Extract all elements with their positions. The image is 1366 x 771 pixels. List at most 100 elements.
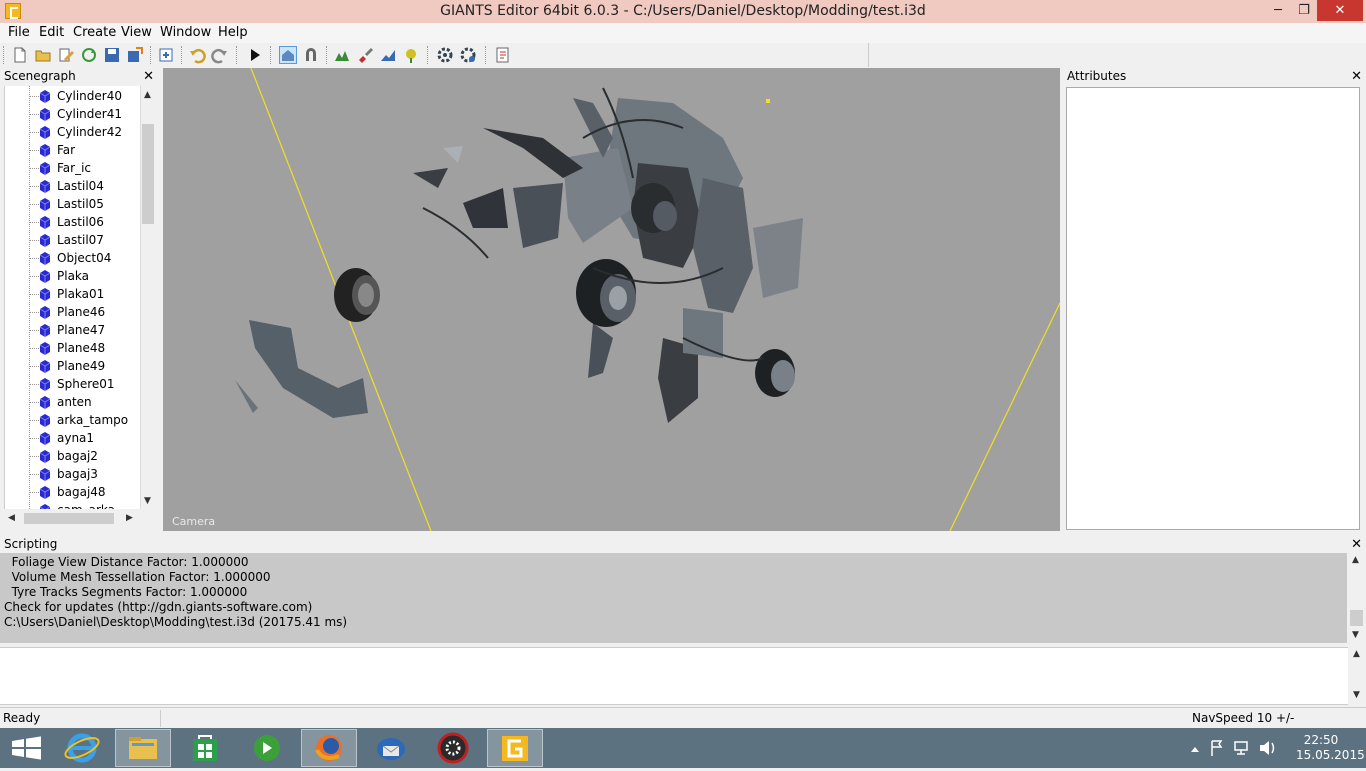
title-bar: GIANTS Editor 64bit 6.0.3 - C:/Users/Dan…: [0, 0, 1366, 23]
clock[interactable]: 22:50 15.05.2015: [1296, 733, 1365, 763]
scroll-left-icon[interactable]: ◀: [8, 513, 15, 523]
edit-icon[interactable]: [57, 46, 75, 64]
home-camera-icon[interactable]: [279, 46, 297, 64]
attributes-content[interactable]: [1066, 87, 1360, 530]
tree-item[interactable]: Cylinder42: [5, 123, 140, 141]
scrollbar-thumb[interactable]: [1350, 610, 1363, 626]
scenegraph-tree[interactable]: Cylinder40 Cylinder41 Cylinder42 Far Far_ic L…: [4, 86, 140, 509]
scenegraph-close-button[interactable]: ✕: [143, 68, 154, 85]
maximize-button[interactable]: ❐: [1291, 0, 1317, 21]
save-icon[interactable]: [103, 46, 121, 64]
tree-item-label: bagaj2: [57, 449, 98, 463]
attributes-close-button[interactable]: ✕: [1351, 68, 1362, 85]
firefox-icon[interactable]: [301, 729, 357, 767]
thunderbird-icon[interactable]: [363, 729, 419, 767]
tree-tool-icon[interactable]: [333, 46, 351, 64]
tree-item[interactable]: Lastil06: [5, 213, 140, 231]
scroll-down-icon[interactable]: ▼: [144, 496, 151, 506]
tree-item[interactable]: bagaj48: [5, 483, 140, 501]
nav-speed: NavSpeed 10 +/-: [1192, 711, 1295, 725]
tree-item[interactable]: Lastil05: [5, 195, 140, 213]
new-file-icon[interactable]: [11, 46, 29, 64]
scroll-right-icon[interactable]: ▶: [126, 513, 133, 523]
foliage-icon[interactable]: [402, 46, 420, 64]
scenegraph-header: Scenegraph ✕: [0, 68, 158, 85]
tree-item[interactable]: Plane47: [5, 321, 140, 339]
script-input[interactable]: [0, 647, 1348, 705]
scroll-down-icon[interactable]: ▼: [1352, 630, 1359, 640]
tree-item[interactable]: Plane48: [5, 339, 140, 357]
menu-edit[interactable]: Edit: [39, 25, 64, 40]
scrollbar-thumb[interactable]: [142, 124, 154, 224]
giants-editor-icon[interactable]: [487, 729, 543, 767]
media-player-icon[interactable]: [239, 729, 295, 767]
script-log[interactable]: Foliage View Distance Factor: 1.000000 V…: [0, 553, 1347, 643]
settings-2-icon[interactable]: [459, 46, 477, 64]
file-explorer-icon[interactable]: [115, 729, 171, 767]
scroll-up-icon[interactable]: ▲: [1353, 649, 1360, 659]
tree-item[interactable]: arka_tampo: [5, 411, 140, 429]
tree-item[interactable]: Far_ic: [5, 159, 140, 177]
scroll-up-icon[interactable]: ▲: [1352, 555, 1359, 565]
export-icon[interactable]: [126, 46, 144, 64]
scroll-up-icon[interactable]: ▲: [144, 90, 151, 100]
log-scrollbar[interactable]: ▲ ▼: [1348, 553, 1366, 643]
tree-item-label: anten: [57, 395, 92, 409]
game-app-icon[interactable]: [425, 729, 481, 767]
input-scrollbar[interactable]: ▲ ▼: [1349, 647, 1366, 703]
scenegraph-horizontal-scrollbar[interactable]: ◀ ▶: [4, 510, 140, 527]
open-file-icon[interactable]: [34, 46, 52, 64]
minimize-button[interactable]: ─: [1265, 0, 1291, 21]
tree-item-label: Lastil06: [57, 215, 104, 229]
tree-item[interactable]: Cylinder41: [5, 105, 140, 123]
tree-item[interactable]: cam_arka: [5, 501, 140, 509]
undo-icon[interactable]: [188, 46, 206, 64]
tree-item[interactable]: bagaj2: [5, 447, 140, 465]
scenegraph-panel: Scenegraph ✕ Cylinder40 Cylinder41 Cylinde…: [0, 68, 158, 531]
tree-item[interactable]: ayna1: [5, 429, 140, 447]
scroll-down-icon[interactable]: ▼: [1353, 690, 1360, 700]
log-line: Volume Mesh Tessellation Factor: 1.00000…: [4, 570, 271, 584]
menu-file[interactable]: File: [8, 25, 30, 40]
store-icon[interactable]: [177, 729, 233, 767]
terrain-tool-icon[interactable]: [379, 46, 397, 64]
menu-help[interactable]: Help: [218, 25, 248, 40]
tree-item[interactable]: Lastil07: [5, 231, 140, 249]
scripting-header: Scripting ✕: [0, 536, 1366, 553]
tree-item[interactable]: Plaka01: [5, 285, 140, 303]
tree-item[interactable]: Lastil04: [5, 177, 140, 195]
refresh-icon[interactable]: [80, 46, 98, 64]
script-icon[interactable]: [494, 46, 512, 64]
menu-create[interactable]: Create: [73, 25, 116, 40]
3d-viewport[interactable]: Camera: [163, 68, 1060, 531]
tree-item[interactable]: Far: [5, 141, 140, 159]
menu-window[interactable]: Window: [160, 25, 211, 40]
scene-render: [235, 68, 1060, 531]
tree-item[interactable]: Sphere01: [5, 375, 140, 393]
close-button[interactable]: ✕: [1317, 0, 1363, 21]
paint-icon[interactable]: [356, 46, 374, 64]
internet-explorer-icon[interactable]: [54, 729, 110, 767]
start-icon[interactable]: [0, 729, 56, 767]
status-bar: Ready NavSpeed 10 +/-: [0, 707, 1366, 729]
menu-view[interactable]: View: [121, 25, 152, 40]
tree-item[interactable]: Plaka: [5, 267, 140, 285]
play-icon[interactable]: [246, 46, 264, 64]
tree-item[interactable]: Plane46: [5, 303, 140, 321]
import-icon[interactable]: [157, 46, 175, 64]
attributes-title: Attributes: [1067, 69, 1127, 83]
tree-item[interactable]: Cylinder40: [5, 87, 140, 105]
settings-icon[interactable]: [436, 46, 454, 64]
scenegraph-vertical-scrollbar[interactable]: ▲ ▼: [140, 86, 156, 509]
frustum-line-right: [949, 302, 1060, 531]
tree-item[interactable]: bagaj3: [5, 465, 140, 483]
shape-node-icon: [38, 125, 52, 139]
tree-item[interactable]: Plane49: [5, 357, 140, 375]
tree-item[interactable]: anten: [5, 393, 140, 411]
shape-node-icon: [38, 449, 52, 463]
scrollbar-thumb[interactable]: [24, 513, 114, 524]
tree-item[interactable]: Object04: [5, 249, 140, 267]
magnet-icon[interactable]: [302, 46, 320, 64]
redo-icon[interactable]: [211, 46, 229, 64]
scripting-close-button[interactable]: ✕: [1351, 536, 1362, 553]
